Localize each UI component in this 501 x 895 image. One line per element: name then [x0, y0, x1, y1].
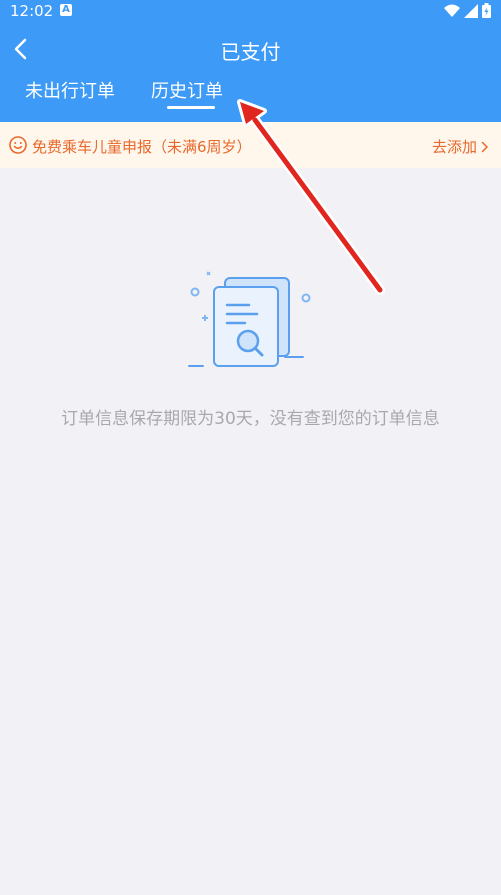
- status-time: 12:02: [10, 2, 54, 20]
- chevron-right-icon: [481, 141, 489, 152]
- add-child-button[interactable]: 去添加: [432, 136, 489, 157]
- tab-pending-orders[interactable]: 未出行订单: [25, 77, 115, 103]
- header-bar: 12:02 A 已支付 未出行订单 历史订单: [0, 0, 501, 122]
- document-search-icon: [188, 271, 311, 367]
- battery-icon: [482, 3, 491, 18]
- smiley-icon: [9, 136, 27, 154]
- banner-text: 免费乘车儿童申报（未满6周岁）: [32, 138, 252, 156]
- add-child-label: 去添加: [431, 138, 477, 156]
- status-bar: 12:02 A: [0, 0, 501, 24]
- page-title: 已支付: [220, 40, 281, 64]
- status-icons: [444, 3, 491, 18]
- signal-icon: [464, 3, 478, 18]
- active-tab-indicator: [167, 106, 215, 109]
- child-declaration-banner[interactable]: 免费乘车儿童申报（未满6周岁） 去添加: [0, 122, 501, 168]
- wifi-icon: [444, 4, 460, 17]
- status-notification-badge: A: [60, 4, 72, 16]
- empty-state-message: 订单信息保存期限为30天，没有查到您的订单信息: [61, 409, 440, 429]
- tab-history-orders[interactable]: 历史订单: [151, 77, 223, 103]
